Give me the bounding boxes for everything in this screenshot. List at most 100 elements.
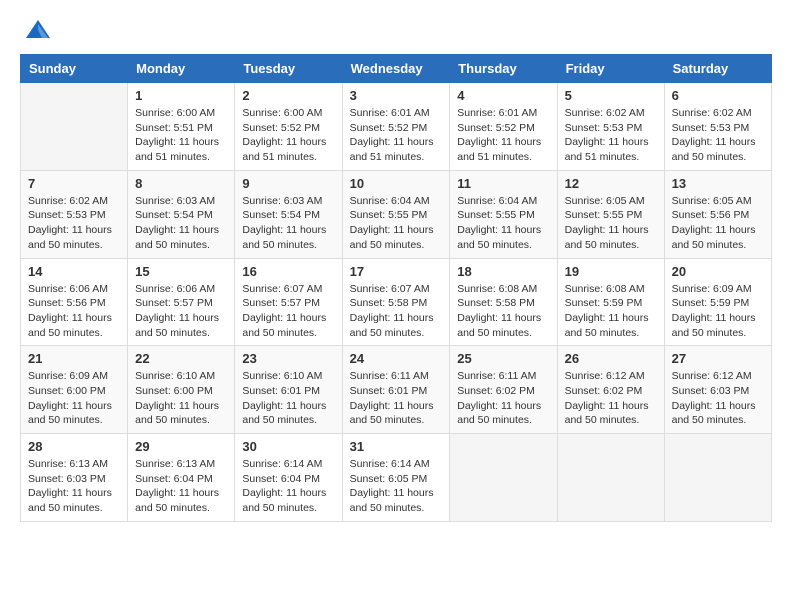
day-info: Sunrise: 6:08 AM Sunset: 5:59 PM Dayligh… (565, 282, 657, 341)
calendar-cell: 22Sunrise: 6:10 AM Sunset: 6:00 PM Dayli… (128, 346, 235, 434)
day-number: 8 (135, 176, 227, 191)
calendar-cell: 7 Sunrise: 6:02 AM Sunset: 5:53 PM Daylig… (21, 170, 128, 258)
day-info: Sunrise: 6:00 AM Sunset: 5:52 PM Dayligh… (242, 106, 334, 165)
calendar-cell (557, 434, 664, 522)
day-number: 28 (28, 439, 120, 454)
day-info: Sunrise: 6:00 AM Sunset: 5:51 PM Dayligh… (135, 106, 227, 165)
calendar-cell: 24 Sunrise: 6:11 AM Sunset: 6:01 PM Dayli… (342, 346, 450, 434)
day-number: 24 (350, 351, 443, 366)
day-number: 15 (135, 264, 227, 279)
day-number: 2 (242, 88, 334, 103)
day-info: Sunrise: 6:11 AM Sunset: 6:02 PM Dayligh… (457, 369, 549, 428)
calendar-cell (21, 83, 128, 171)
day-number: 17 (350, 264, 443, 279)
calendar-cell: 26Sunrise: 6:12 AM Sunset: 6:02 PM Dayli… (557, 346, 664, 434)
calendar-cell: 2 Sunrise: 6:00 AM Sunset: 5:52 PM Daylig… (235, 83, 342, 171)
header-tuesday: Tuesday (235, 55, 342, 83)
day-info: Sunrise: 6:01 AM Sunset: 5:52 PM Dayligh… (457, 106, 549, 165)
calendar-week-1: 1 Sunrise: 6:00 AM Sunset: 5:51 PM Daylig… (21, 83, 772, 171)
day-info: Sunrise: 6:07 AM Sunset: 5:58 PM Dayligh… (350, 282, 443, 341)
calendar-cell: 25 Sunrise: 6:11 AM Sunset: 6:02 PM Dayli… (450, 346, 557, 434)
calendar-cell: 4 Sunrise: 6:01 AM Sunset: 5:52 PM Daylig… (450, 83, 557, 171)
day-number: 7 (28, 176, 120, 191)
day-number: 1 (135, 88, 227, 103)
day-info: Sunrise: 6:09 AM Sunset: 5:59 PM Dayligh… (672, 282, 764, 341)
day-info: Sunrise: 6:04 AM Sunset: 5:55 PM Dayligh… (457, 194, 549, 253)
calendar-cell: 19Sunrise: 6:08 AM Sunset: 5:59 PM Dayli… (557, 258, 664, 346)
calendar-cell: 14Sunrise: 6:06 AM Sunset: 5:56 PM Dayli… (21, 258, 128, 346)
header-sunday: Sunday (21, 55, 128, 83)
calendar-cell: 10 Sunrise: 6:04 AM Sunset: 5:55 PM Dayli… (342, 170, 450, 258)
calendar-cell (664, 434, 771, 522)
day-number: 20 (672, 264, 764, 279)
day-number: 5 (565, 88, 657, 103)
calendar-cell: 9 Sunrise: 6:03 AM Sunset: 5:54 PM Daylig… (235, 170, 342, 258)
day-number: 10 (350, 176, 443, 191)
header-saturday: Saturday (664, 55, 771, 83)
day-info: Sunrise: 6:02 AM Sunset: 5:53 PM Dayligh… (28, 194, 120, 253)
calendar-cell: 8 Sunrise: 6:03 AM Sunset: 5:54 PM Daylig… (128, 170, 235, 258)
logo-icon (24, 16, 52, 44)
day-info: Sunrise: 6:10 AM Sunset: 6:00 PM Dayligh… (135, 369, 227, 428)
day-info: Sunrise: 6:13 AM Sunset: 6:03 PM Dayligh… (28, 457, 120, 516)
calendar-cell: 21 Sunrise: 6:09 AM Sunset: 6:00 PM Dayli… (21, 346, 128, 434)
calendar-cell: 6 Sunrise: 6:02 AM Sunset: 5:53 PM Daylig… (664, 83, 771, 171)
header-wednesday: Wednesday (342, 55, 450, 83)
calendar-cell: 5Sunrise: 6:02 AM Sunset: 5:53 PM Daylig… (557, 83, 664, 171)
calendar-cell: 23 Sunrise: 6:10 AM Sunset: 6:01 PM Dayli… (235, 346, 342, 434)
calendar-cell: 20 Sunrise: 6:09 AM Sunset: 5:59 PM Dayli… (664, 258, 771, 346)
day-info: Sunrise: 6:11 AM Sunset: 6:01 PM Dayligh… (350, 369, 443, 428)
day-info: Sunrise: 6:14 AM Sunset: 6:04 PM Dayligh… (242, 457, 334, 516)
day-info: Sunrise: 6:07 AM Sunset: 5:57 PM Dayligh… (242, 282, 334, 341)
day-number: 21 (28, 351, 120, 366)
day-info: Sunrise: 6:05 AM Sunset: 5:56 PM Dayligh… (672, 194, 764, 253)
calendar-cell: 31 Sunrise: 6:14 AM Sunset: 6:05 PM Dayli… (342, 434, 450, 522)
day-number: 11 (457, 176, 549, 191)
day-number: 30 (242, 439, 334, 454)
calendar-cell: 11 Sunrise: 6:04 AM Sunset: 5:55 PM Dayli… (450, 170, 557, 258)
header-thursday: Thursday (450, 55, 557, 83)
day-number: 4 (457, 88, 549, 103)
calendar-cell: 30 Sunrise: 6:14 AM Sunset: 6:04 PM Dayli… (235, 434, 342, 522)
day-number: 3 (350, 88, 443, 103)
day-number: 27 (672, 351, 764, 366)
header-friday: Friday (557, 55, 664, 83)
calendar-cell: 27 Sunrise: 6:12 AM Sunset: 6:03 PM Dayli… (664, 346, 771, 434)
day-number: 18 (457, 264, 549, 279)
day-number: 16 (242, 264, 334, 279)
day-info: Sunrise: 6:09 AM Sunset: 6:00 PM Dayligh… (28, 369, 120, 428)
calendar-table: SundayMondayTuesdayWednesdayThursdayFrid… (20, 54, 772, 522)
day-number: 29 (135, 439, 227, 454)
day-info: Sunrise: 6:10 AM Sunset: 6:01 PM Dayligh… (242, 369, 334, 428)
day-info: Sunrise: 6:14 AM Sunset: 6:05 PM Dayligh… (350, 457, 443, 516)
header-monday: Monday (128, 55, 235, 83)
calendar-cell (450, 434, 557, 522)
day-info: Sunrise: 6:04 AM Sunset: 5:55 PM Dayligh… (350, 194, 443, 253)
day-number: 9 (242, 176, 334, 191)
page-header (20, 20, 772, 44)
calendar-week-5: 28 Sunrise: 6:13 AM Sunset: 6:03 PM Dayli… (21, 434, 772, 522)
day-info: Sunrise: 6:06 AM Sunset: 5:57 PM Dayligh… (135, 282, 227, 341)
day-number: 13 (672, 176, 764, 191)
day-info: Sunrise: 6:12 AM Sunset: 6:03 PM Dayligh… (672, 369, 764, 428)
calendar-week-2: 7 Sunrise: 6:02 AM Sunset: 5:53 PM Daylig… (21, 170, 772, 258)
day-info: Sunrise: 6:03 AM Sunset: 5:54 PM Dayligh… (135, 194, 227, 253)
day-number: 25 (457, 351, 549, 366)
calendar-cell: 13 Sunrise: 6:05 AM Sunset: 5:56 PM Dayli… (664, 170, 771, 258)
day-info: Sunrise: 6:03 AM Sunset: 5:54 PM Dayligh… (242, 194, 334, 253)
day-info: Sunrise: 6:08 AM Sunset: 5:58 PM Dayligh… (457, 282, 549, 341)
logo (20, 20, 52, 44)
day-number: 31 (350, 439, 443, 454)
day-info: Sunrise: 6:02 AM Sunset: 5:53 PM Dayligh… (672, 106, 764, 165)
calendar-week-3: 14Sunrise: 6:06 AM Sunset: 5:56 PM Dayli… (21, 258, 772, 346)
calendar-cell: 29Sunrise: 6:13 AM Sunset: 6:04 PM Dayli… (128, 434, 235, 522)
day-info: Sunrise: 6:12 AM Sunset: 6:02 PM Dayligh… (565, 369, 657, 428)
calendar-cell: 3 Sunrise: 6:01 AM Sunset: 5:52 PM Daylig… (342, 83, 450, 171)
day-number: 23 (242, 351, 334, 366)
day-number: 12 (565, 176, 657, 191)
calendar-cell: 16 Sunrise: 6:07 AM Sunset: 5:57 PM Dayli… (235, 258, 342, 346)
day-info: Sunrise: 6:06 AM Sunset: 5:56 PM Dayligh… (28, 282, 120, 341)
day-info: Sunrise: 6:01 AM Sunset: 5:52 PM Dayligh… (350, 106, 443, 165)
calendar-cell: 1 Sunrise: 6:00 AM Sunset: 5:51 PM Daylig… (128, 83, 235, 171)
day-number: 6 (672, 88, 764, 103)
